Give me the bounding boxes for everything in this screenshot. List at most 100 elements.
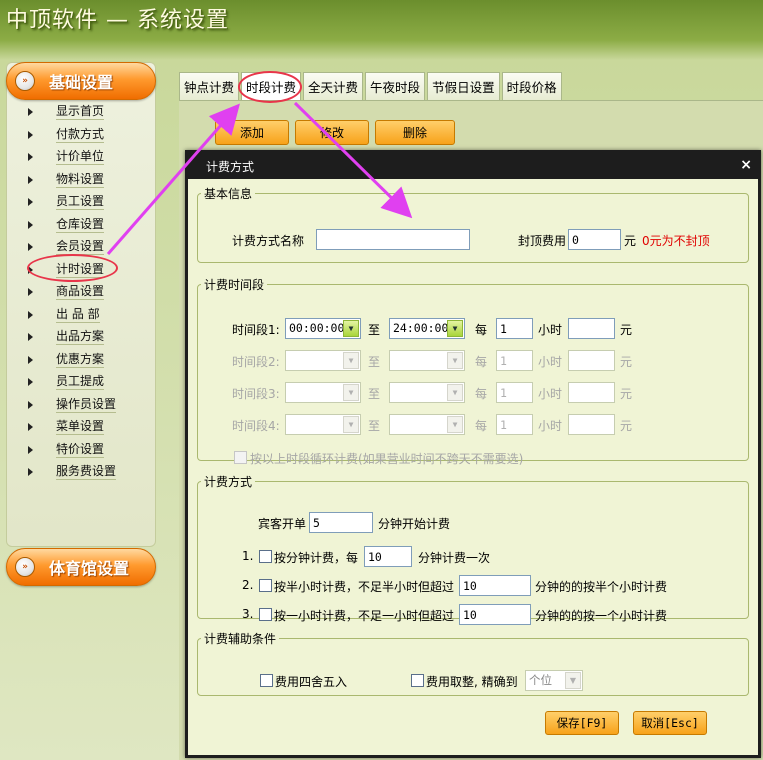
bullet-arrow-icon bbox=[28, 468, 33, 476]
half-hour-checkbox[interactable] bbox=[259, 579, 272, 592]
tab-holiday[interactable]: 节假日设置 bbox=[427, 72, 500, 100]
period-3-start-select[interactable]: ▼ bbox=[285, 382, 361, 403]
bullet-arrow-icon bbox=[28, 220, 33, 229]
aux-conditions-group: 计费辅助条件 费用四舍五入 费用取整, 精确到 个位 ▼ bbox=[197, 630, 749, 696]
sidebar-item[interactable]: 显示首页 bbox=[28, 101, 150, 124]
sidebar-item[interactable]: 服务费设置 bbox=[28, 461, 150, 484]
open-label: 宾客开单 bbox=[258, 517, 307, 531]
period-4-end-select[interactable]: ▼ bbox=[389, 414, 465, 435]
period-1-start-select[interactable]: 00:00:00 ▼ bbox=[285, 318, 361, 339]
period-3-label: 时间段3: bbox=[232, 387, 280, 401]
per-minute-suffix: 分钟计费一次 bbox=[418, 551, 491, 565]
price-unit: 元 bbox=[620, 323, 633, 337]
per-minute-checkbox[interactable] bbox=[259, 550, 272, 563]
chevron-down-icon: ▼ bbox=[447, 352, 463, 369]
per-minute-input[interactable] bbox=[364, 546, 412, 567]
bullet-arrow-icon bbox=[28, 198, 33, 206]
billing-name-input[interactable] bbox=[316, 229, 470, 250]
tab-bar: 钟点计费 时段计费 全天计费 午夜时段 节假日设置 时段价格 bbox=[179, 72, 564, 100]
sidebar-item[interactable]: 商品设置 bbox=[28, 281, 150, 304]
period-2-hours-input[interactable] bbox=[496, 350, 533, 371]
one-hour-checkbox[interactable] bbox=[259, 608, 272, 621]
hour-unit: 小时 bbox=[538, 355, 563, 369]
option-2-number: 2. bbox=[242, 578, 254, 592]
add-button[interactable]: 添加 bbox=[215, 120, 289, 145]
cycle-billing-checkbox[interactable] bbox=[234, 451, 247, 464]
tab-all-day[interactable]: 全天计费 bbox=[303, 72, 364, 100]
round-label: 费用四舍五入 bbox=[275, 675, 348, 689]
section-gym-label: 体育馆设置 bbox=[49, 559, 130, 578]
sidebar-item[interactable]: 员工提成 bbox=[28, 371, 150, 394]
half-hour-input[interactable] bbox=[459, 575, 531, 596]
bullet-arrow-icon bbox=[28, 445, 33, 454]
aux-legend: 计费辅助条件 bbox=[204, 632, 277, 646]
every-label: 每 bbox=[475, 355, 488, 369]
sidebar-item[interactable]: 菜单设置 bbox=[28, 416, 150, 439]
section-basic-label: 基础设置 bbox=[49, 73, 114, 92]
sidebar-item[interactable]: 付款方式 bbox=[28, 124, 150, 147]
option-1-number: 1. bbox=[242, 549, 254, 563]
one-hour-input[interactable] bbox=[459, 604, 531, 625]
bullet-arrow-icon bbox=[28, 153, 33, 161]
bullet-arrow-icon bbox=[28, 333, 33, 341]
bullet-arrow-icon bbox=[28, 108, 33, 116]
sidebar-item[interactable]: 计价单位 bbox=[28, 146, 150, 169]
delete-button[interactable]: 删除 bbox=[375, 120, 455, 145]
section-gym-settings[interactable]: » 体育馆设置 bbox=[6, 548, 156, 586]
chevron-down-icon: ▼ bbox=[343, 320, 359, 337]
bullet-arrow-icon bbox=[28, 400, 33, 409]
period-2-end-select[interactable]: ▼ bbox=[389, 350, 465, 371]
round-checkbox[interactable] bbox=[260, 674, 273, 687]
sidebar-item[interactable]: 员工设置 bbox=[28, 191, 150, 214]
period-1-end-select[interactable]: 24:00:00 ▼ bbox=[389, 318, 465, 339]
cancel-button[interactable]: 取消[Esc] bbox=[633, 711, 707, 735]
dialog-title-bar: 计费方式 × bbox=[188, 153, 758, 179]
tab-period-price[interactable]: 时段价格 bbox=[501, 72, 562, 100]
period-3-hours-input[interactable] bbox=[496, 382, 533, 403]
edit-button[interactable]: 修改 bbox=[295, 120, 369, 145]
dialog-title: 计费方式 bbox=[206, 159, 255, 174]
open-minutes-input[interactable] bbox=[309, 512, 373, 533]
sidebar-item[interactable]: 物料设置 bbox=[28, 169, 150, 192]
sidebar-item[interactable]: 仓库设置 bbox=[28, 214, 150, 237]
period-4-start-select[interactable]: ▼ bbox=[285, 414, 361, 435]
period-2-price-input[interactable] bbox=[568, 350, 615, 371]
every-label: 每 bbox=[475, 387, 488, 401]
price-unit: 元 bbox=[620, 355, 633, 369]
cap-label: 封顶费用 bbox=[518, 234, 567, 248]
cap-fee-input[interactable] bbox=[568, 229, 621, 250]
chevron-down-icon: ▼ bbox=[565, 672, 581, 689]
highlight-ellipse-sidebar bbox=[27, 254, 118, 282]
period-3-end-select[interactable]: ▼ bbox=[389, 382, 465, 403]
hour-unit: 小时 bbox=[538, 419, 563, 433]
sidebar-item[interactable]: 特价设置 bbox=[28, 439, 150, 462]
period-2-start-select[interactable]: ▼ bbox=[285, 350, 361, 371]
truncate-checkbox[interactable] bbox=[411, 674, 424, 687]
close-icon[interactable]: × bbox=[740, 157, 752, 173]
basic-info-legend: 基本信息 bbox=[204, 187, 253, 201]
dialog-body: 基本信息 计费方式名称 封顶费用 元 0元为不封顶 计费时间段 时间段1: 00… bbox=[188, 179, 758, 755]
tab-midnight[interactable]: 午夜时段 bbox=[365, 72, 426, 100]
period-1-price-input[interactable] bbox=[568, 318, 615, 339]
every-label: 每 bbox=[475, 419, 488, 433]
every-label: 每 bbox=[475, 323, 488, 337]
precision-select[interactable]: 个位 ▼ bbox=[525, 670, 583, 691]
sidebar-item[interactable]: 出品方案 bbox=[28, 326, 150, 349]
period-1-hours-input[interactable] bbox=[496, 318, 533, 339]
tab-hourly[interactable]: 钟点计费 bbox=[179, 72, 240, 100]
billing-method-group: 计费方式 宾客开单 分钟开始计费 1. 按分钟计费，每 分钟计费一次 2. 按半… bbox=[197, 473, 749, 625]
bullet-arrow-icon bbox=[28, 355, 33, 364]
highlight-ellipse-tab bbox=[238, 71, 302, 103]
period-3-price-input[interactable] bbox=[568, 382, 615, 403]
period-4-hours-input[interactable] bbox=[496, 414, 533, 435]
save-button[interactable]: 保存[F9] bbox=[545, 711, 619, 735]
billing-method-dialog: 计费方式 × 基本信息 计费方式名称 封顶费用 元 0元为不封顶 计费时间段 时… bbox=[185, 150, 761, 758]
period-1-label: 时间段1: bbox=[232, 323, 280, 337]
sidebar-item[interactable]: 优惠方案 bbox=[28, 349, 150, 372]
half-hour-suffix: 分钟的的按半个小时计费 bbox=[535, 580, 668, 594]
one-hour-suffix: 分钟的的按一个小时计费 bbox=[535, 609, 668, 623]
period-4-price-input[interactable] bbox=[568, 414, 615, 435]
sidebar-item[interactable]: 操作员设置 bbox=[28, 394, 150, 417]
sidebar-item[interactable]: 出 品 部 bbox=[28, 304, 150, 327]
section-basic-settings[interactable]: » 基础设置 bbox=[6, 62, 156, 100]
